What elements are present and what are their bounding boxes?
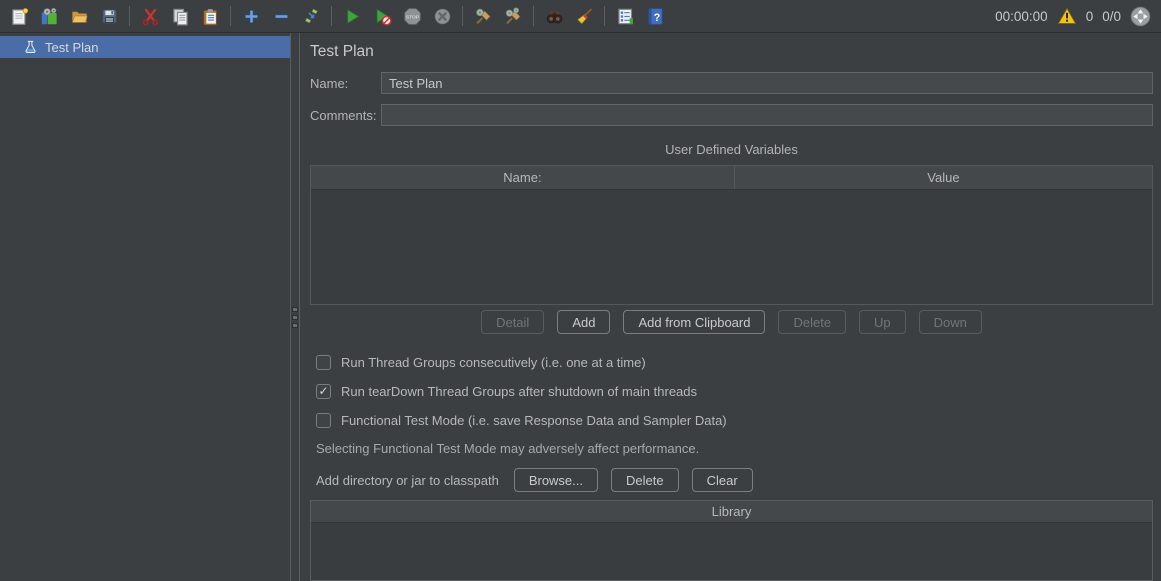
toggle-icon[interactable] bbox=[296, 2, 326, 30]
library-table: Library bbox=[310, 500, 1153, 581]
tree-main-splitter[interactable] bbox=[290, 33, 300, 581]
toolbar-separator bbox=[230, 6, 231, 26]
comments-row: Comments: bbox=[310, 104, 1153, 126]
udv-section-title: User Defined Variables bbox=[310, 142, 1153, 157]
shutdown-icon[interactable] bbox=[427, 2, 457, 30]
clear-icon[interactable] bbox=[468, 2, 498, 30]
start-icon[interactable] bbox=[337, 2, 367, 30]
clear-classpath-button[interactable]: Clear bbox=[692, 468, 753, 492]
test-plan-flask-icon bbox=[23, 40, 38, 55]
delete-variable-button[interactable]: Delete bbox=[778, 310, 846, 334]
save-icon[interactable] bbox=[94, 2, 124, 30]
run-teardown-row: Run tearDown Thread Groups after shutdow… bbox=[316, 383, 1153, 399]
functional-mode-checkbox[interactable] bbox=[316, 413, 331, 428]
tree-item-test-plan[interactable]: Test Plan bbox=[0, 36, 290, 58]
toolbar-separator bbox=[462, 6, 463, 26]
library-column-header: Library bbox=[311, 501, 1152, 523]
test-plan-tree: Test Plan bbox=[0, 33, 290, 581]
udv-column-name: Name: bbox=[311, 166, 735, 189]
name-input[interactable] bbox=[381, 72, 1153, 94]
error-count: 0 bbox=[1086, 9, 1094, 24]
test-plan-editor: Test Plan Name: Comments: User Defined V… bbox=[300, 33, 1161, 581]
functional-mode-label: Functional Test Mode (i.e. save Response… bbox=[341, 413, 727, 428]
toolbar-separator bbox=[331, 6, 332, 26]
splitter-grip[interactable] bbox=[292, 307, 298, 328]
copy-icon[interactable] bbox=[165, 2, 195, 30]
toolbar-status-area: 00:00:00 0 0/0 bbox=[995, 6, 1151, 27]
udv-table-body[interactable] bbox=[311, 190, 1152, 304]
browse-button[interactable]: Browse... bbox=[514, 468, 598, 492]
window-body: Test Plan Test Plan Name: Comments: User… bbox=[0, 33, 1161, 581]
toolbar-separator bbox=[533, 6, 534, 26]
jmeter-window: STOP ? 00:00:00 bbox=[0, 0, 1161, 581]
comments-input[interactable] bbox=[381, 104, 1153, 126]
start-no-timers-icon[interactable] bbox=[367, 2, 397, 30]
down-button[interactable]: Down bbox=[919, 310, 982, 334]
functional-mode-row: Functional Test Mode (i.e. save Response… bbox=[316, 412, 1153, 428]
clear-search-icon[interactable] bbox=[569, 2, 599, 30]
run-consecutively-row: Run Thread Groups consecutively (i.e. on… bbox=[316, 354, 1153, 370]
run-consecutively-label: Run Thread Groups consecutively (i.e. on… bbox=[341, 355, 646, 370]
tree-item-label: Test Plan bbox=[45, 40, 98, 55]
toolbar-separator bbox=[604, 6, 605, 26]
help-icon[interactable]: ? bbox=[640, 2, 670, 30]
new-file-icon[interactable] bbox=[4, 2, 34, 30]
toolbar-separator bbox=[129, 6, 130, 26]
name-row: Name: bbox=[310, 72, 1153, 94]
page-title: Test Plan bbox=[310, 43, 1153, 61]
help-icon-glyph: ? bbox=[653, 11, 660, 23]
stop-icon-text: STOP bbox=[405, 14, 419, 20]
udv-table-header: Name: Value bbox=[311, 166, 1152, 190]
collapse-all-icon[interactable] bbox=[266, 2, 296, 30]
expand-all-icon[interactable] bbox=[236, 2, 266, 30]
clear-all-icon[interactable] bbox=[498, 2, 528, 30]
thread-count: 0/0 bbox=[1102, 9, 1121, 24]
name-label: Name: bbox=[310, 76, 381, 91]
cut-icon[interactable] bbox=[135, 2, 165, 30]
run-consecutively-checkbox[interactable] bbox=[316, 355, 331, 370]
udv-column-value: Value bbox=[735, 166, 1152, 189]
test-activity-indicator-icon bbox=[1130, 6, 1151, 27]
library-table-body[interactable] bbox=[311, 523, 1152, 580]
run-teardown-label: Run tearDown Thread Groups after shutdow… bbox=[341, 384, 697, 399]
elapsed-timer: 00:00:00 bbox=[995, 9, 1048, 24]
up-button[interactable]: Up bbox=[859, 310, 906, 334]
udv-button-row: Detail Add Add from Clipboard Delete Up … bbox=[310, 310, 1153, 334]
open-icon[interactable] bbox=[64, 2, 94, 30]
add-from-clipboard-button[interactable]: Add from Clipboard bbox=[623, 310, 765, 334]
functional-mode-note: Selecting Functional Test Mode may adver… bbox=[310, 441, 1153, 456]
run-teardown-checkbox[interactable] bbox=[316, 384, 331, 399]
delete-classpath-button[interactable]: Delete bbox=[611, 468, 679, 492]
comments-label: Comments: bbox=[310, 108, 381, 123]
add-button[interactable]: Add bbox=[557, 310, 610, 334]
paste-icon[interactable] bbox=[195, 2, 225, 30]
udv-table: Name: Value bbox=[310, 165, 1153, 305]
detail-button[interactable]: Detail bbox=[481, 310, 544, 334]
main-toolbar: STOP ? 00:00:00 bbox=[0, 0, 1161, 33]
warning-indicator-icon[interactable] bbox=[1057, 7, 1077, 25]
function-helper-icon[interactable] bbox=[610, 2, 640, 30]
classpath-label: Add directory or jar to classpath bbox=[316, 473, 499, 488]
search-icon[interactable] bbox=[539, 2, 569, 30]
classpath-row: Add directory or jar to classpath Browse… bbox=[310, 468, 1153, 492]
options-section: Run Thread Groups consecutively (i.e. on… bbox=[310, 354, 1153, 428]
templates-icon[interactable] bbox=[34, 2, 64, 30]
stop-icon[interactable]: STOP bbox=[397, 2, 427, 30]
